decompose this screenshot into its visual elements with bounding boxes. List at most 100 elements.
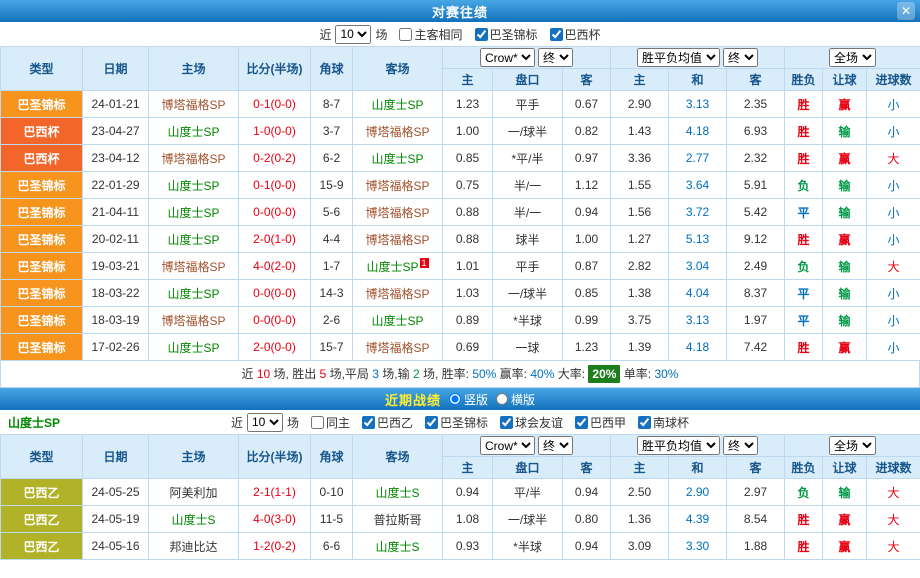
home-team-link[interactable]: 山度士S (149, 506, 239, 533)
filter-checkbox-主客相同[interactable]: 主客相同 (399, 26, 462, 43)
checkbox-input[interactable] (425, 416, 438, 429)
handicap-line: 球半 (493, 226, 563, 253)
wdl-source-select[interactable]: 胜平负均值 (637, 48, 720, 67)
filter-checkbox-南球杯[interactable]: 南球杯 (638, 414, 689, 431)
bookmaker-select-2[interactable]: Crow* (480, 436, 535, 455)
home-team-link[interactable]: 博塔福格SP (149, 91, 239, 118)
away-team-link[interactable]: 博塔福格SP (353, 199, 443, 226)
match-date: 19-03-21 (83, 253, 149, 280)
wdl-odds-home: 3.75 (611, 307, 669, 334)
handicap-odds-away: 1.23 (563, 334, 611, 361)
checkbox-input[interactable] (575, 416, 588, 429)
checkbox-input[interactable] (362, 416, 375, 429)
result-flag: 胜 (785, 91, 823, 118)
away-team-link[interactable]: 山度士SP (353, 91, 443, 118)
match-date: 18-03-22 (83, 280, 149, 307)
filter-checkbox-同主[interactable]: 同主 (311, 414, 350, 431)
col-away-2: 客场 (353, 435, 443, 479)
summary-text: 2 (413, 367, 420, 381)
handicap-flag: 赢 (823, 226, 867, 253)
home-team-link[interactable]: 博塔福格SP (149, 307, 239, 334)
away-team-link[interactable]: 山度士SP (353, 145, 443, 172)
filter-checkbox-巴圣锦标[interactable]: 巴圣锦标 (475, 26, 538, 43)
away-team-link[interactable]: 山度士S (353, 479, 443, 506)
home-team-link[interactable]: 山度士SP (149, 118, 239, 145)
away-team-link[interactable]: 山度士SP (353, 307, 443, 334)
odds-period-select[interactable]: 终 (538, 48, 573, 67)
wdl-source-select-2[interactable]: 胜平负均值 (637, 436, 720, 455)
home-team-link[interactable]: 博塔福格SP (149, 253, 239, 280)
home-team-link[interactable]: 山度士SP (149, 172, 239, 199)
vertical-radio[interactable] (449, 393, 461, 405)
checkbox-input[interactable] (500, 416, 513, 429)
odds-period-select-2[interactable]: 终 (538, 436, 573, 455)
home-team-link[interactable]: 博塔福格SP (149, 145, 239, 172)
wdl-odds-draw: 4.18 (669, 118, 727, 145)
h2h-league-filters: 主客相同巴圣锦标巴西杯 (387, 26, 600, 43)
col-away: 客场 (353, 47, 443, 91)
layout-radio-horizontal[interactable]: 横版 (496, 391, 535, 408)
wdl-period-select[interactable]: 终 (723, 48, 758, 67)
handicap-odds-away: 0.82 (563, 118, 611, 145)
match-date: 22-01-29 (83, 172, 149, 199)
home-team-link[interactable]: 山度士SP (149, 199, 239, 226)
scope-select-2[interactable]: 全场 (829, 436, 876, 455)
wdl-odds-draw: 3.13 (669, 91, 727, 118)
home-team-link[interactable]: 山度士SP (149, 334, 239, 361)
home-team-link[interactable]: 山度士SP (149, 280, 239, 307)
summary-text: 大率: (554, 367, 588, 381)
col-wdl-home: 主 (611, 69, 669, 91)
home-team-link[interactable]: 山度士SP (149, 226, 239, 253)
handicap-odds-home: 0.93 (443, 533, 493, 560)
match-date: 17-02-26 (83, 334, 149, 361)
away-team-link[interactable]: 博塔福格SP (353, 172, 443, 199)
h2h-filterbar: 近 10 场 主客相同巴圣锦标巴西杯 (0, 22, 920, 46)
checkbox-input[interactable] (311, 416, 324, 429)
result-flag: 胜 (785, 506, 823, 533)
filter-checkbox-球会友谊[interactable]: 球会友谊 (500, 414, 563, 431)
score-halftime: 0-1(0-0) (239, 91, 311, 118)
away-team-link[interactable]: 山度士SP1 (353, 253, 443, 280)
col-date-2: 日期 (83, 435, 149, 479)
away-team-link[interactable]: 山度士S (353, 533, 443, 560)
bookmaker-select[interactable]: Crow* (480, 48, 535, 67)
checkbox-input[interactable] (550, 28, 563, 41)
away-team-link[interactable]: 博塔福格SP (353, 334, 443, 361)
goals-flag: 大 (867, 506, 920, 533)
handicap-line: 半/一 (493, 199, 563, 226)
wdl-period-select-2[interactable]: 终 (723, 436, 758, 455)
col-goals-2: 进球数 (867, 457, 920, 479)
horizontal-radio[interactable] (496, 393, 508, 405)
away-team-link[interactable]: 博塔福格SP (353, 280, 443, 307)
filter-checkbox-巴西杯[interactable]: 巴西杯 (550, 26, 601, 43)
away-team-link[interactable]: 普拉斯哥 (353, 506, 443, 533)
wdl-odds-away: 2.32 (727, 145, 785, 172)
handicap-flag: 输 (823, 479, 867, 506)
recent-count-select[interactable]: 10 (335, 25, 371, 44)
away-team-link[interactable]: 博塔福格SP (353, 226, 443, 253)
layout-radio-vertical[interactable]: 竖版 (449, 391, 488, 408)
recent-count-select-2[interactable]: 10 (247, 413, 283, 432)
match-row: 巴西乙 24-05-16 邦迪比达 1-2(0-2) 6-6 山度士S 0.93… (1, 533, 920, 560)
checkbox-label: 巴圣锦标 (440, 414, 488, 431)
checkbox-label: 巴西甲 (590, 414, 626, 431)
handicap-flag: 赢 (823, 533, 867, 560)
away-team-link[interactable]: 博塔福格SP (353, 118, 443, 145)
home-team-link[interactable]: 阿美利加 (149, 479, 239, 506)
filter-checkbox-巴圣锦标[interactable]: 巴圣锦标 (425, 414, 488, 431)
filter-checkbox-巴西甲[interactable]: 巴西甲 (575, 414, 626, 431)
goals-flag: 大 (867, 479, 920, 506)
league-badge: 巴圣锦标 (1, 253, 83, 280)
checkbox-input[interactable] (399, 28, 412, 41)
scope-select[interactable]: 全场 (829, 48, 876, 67)
filter-checkbox-巴西乙[interactable]: 巴西乙 (362, 414, 413, 431)
col-odds-away-2: 客 (563, 457, 611, 479)
checkbox-input[interactable] (475, 28, 488, 41)
wdl-odds-draw: 3.04 (669, 253, 727, 280)
close-icon[interactable]: ✕ (897, 2, 915, 20)
checkbox-input[interactable] (638, 416, 651, 429)
wdl-odds-draw: 2.90 (669, 479, 727, 506)
goals-flag: 小 (867, 118, 920, 145)
home-team-link[interactable]: 邦迪比达 (149, 533, 239, 560)
col-home: 主场 (149, 47, 239, 91)
